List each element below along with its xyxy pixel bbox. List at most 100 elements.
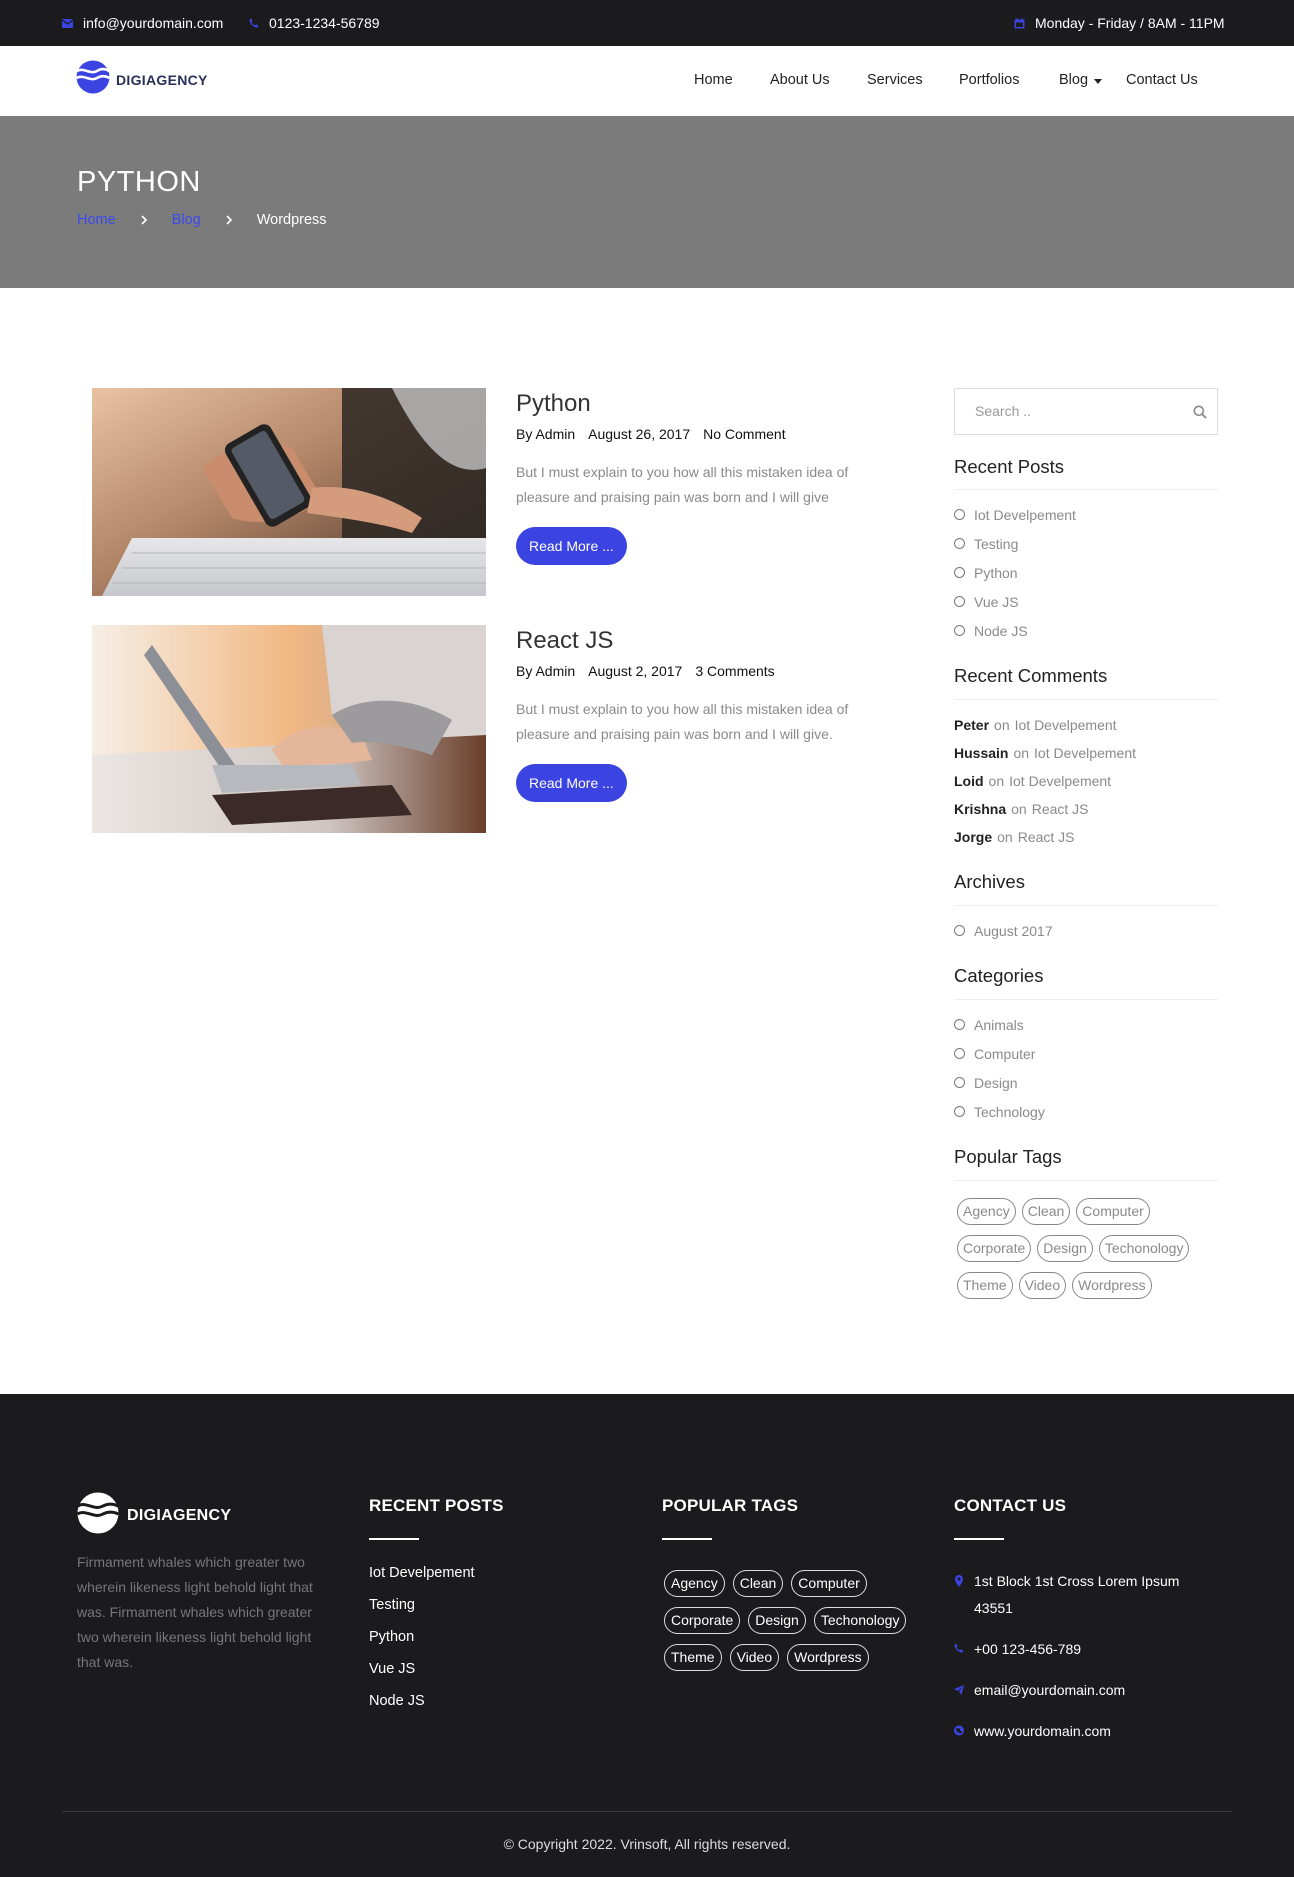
heading-underline <box>369 1538 419 1540</box>
post-thumbnail-phone-keyboard[interactable] <box>92 388 486 596</box>
footer-tag-chip[interactable]: Computer <box>791 1570 867 1597</box>
breadcrumb-home[interactable]: Home <box>77 212 116 228</box>
post-title[interactable]: React JS <box>516 627 896 655</box>
contact-website[interactable]: www.yourdomain.com <box>954 1718 1204 1745</box>
footer-post-link[interactable]: Python <box>369 1629 504 1661</box>
category-item[interactable]: Design <box>954 1068 1045 1097</box>
nav-services[interactable]: Services <box>867 72 923 88</box>
tag-chip[interactable]: Wordpress <box>1072 1272 1152 1299</box>
site-logo[interactable]: DIGIAGENCY <box>75 60 208 99</box>
read-more-button[interactable]: Read More ... <box>516 527 627 565</box>
nav-about-us[interactable]: About Us <box>770 72 830 88</box>
tag-chip[interactable]: Techonology <box>1098 1235 1190 1262</box>
footer-tag-chip[interactable]: Techonology <box>813 1607 907 1634</box>
recent-post-item[interactable]: Testing <box>954 529 1076 558</box>
contact-email[interactable]: email@yourdomain.com <box>954 1677 1204 1704</box>
tag-chip[interactable]: Video <box>1018 1272 1067 1299</box>
footer-post-list: Iot Develpement Testing Python Vue JS No… <box>369 1565 504 1725</box>
footer-logo[interactable]: DIGIAGENCY <box>76 1492 231 1539</box>
category-item[interactable]: Computer <box>954 1039 1045 1068</box>
footer-tag-chip[interactable]: Design <box>748 1607 806 1634</box>
comment-item[interactable]: Loid on Iot Develpement <box>954 767 1136 795</box>
comment-item[interactable]: Krishna on React JS <box>954 795 1136 823</box>
category-item[interactable]: Animals <box>954 1010 1045 1039</box>
blog-post: React JS By Admin August 2, 2017 3 Comme… <box>92 625 892 833</box>
comment-post: Iot Develpement <box>1014 717 1117 733</box>
widget-divider <box>954 489 1218 490</box>
tag-chip[interactable]: Theme <box>957 1272 1013 1299</box>
post-date[interactable]: August 26, 2017 <box>588 426 690 442</box>
post-title[interactable]: Python <box>516 390 896 418</box>
topbar-phone[interactable]: 0123-1234-56789 <box>249 0 380 46</box>
chevron-right-icon <box>226 213 232 228</box>
footer-post-link[interactable]: Node JS <box>369 1693 504 1725</box>
recent-post-item[interactable]: Vue JS <box>954 587 1076 616</box>
logo-waves-icon <box>75 60 111 99</box>
nav-portfolios[interactable]: Portfolios <box>959 72 1019 88</box>
search-icon[interactable] <box>1193 405 1207 424</box>
map-pin-icon <box>954 1575 964 1587</box>
recent-post-item[interactable]: Iot Develpement <box>954 500 1076 529</box>
globe-icon <box>954 1725 964 1736</box>
caret-down-icon <box>1094 72 1103 88</box>
widget-title-categories: Categories <box>954 965 1044 986</box>
phone-icon <box>954 1643 964 1653</box>
post-comments[interactable]: No Comment <box>703 426 785 442</box>
comment-on-word: on <box>1013 745 1030 761</box>
archives-list: August 2017 <box>954 916 1053 945</box>
heading-underline <box>662 1538 712 1540</box>
tag-chip[interactable]: Agency <box>957 1198 1016 1225</box>
widget-title-recent-posts: Recent Posts <box>954 456 1065 477</box>
comment-item[interactable]: Hussain on Iot Develpement <box>954 739 1136 767</box>
nav-contact-us[interactable]: Contact Us <box>1126 72 1198 88</box>
post-author[interactable]: By Admin <box>516 426 575 442</box>
post-author[interactable]: By Admin <box>516 663 575 679</box>
post-comments[interactable]: 3 Comments <box>695 663 774 679</box>
contact-address: 1st Block 1st Cross Lorem Ipsum 43551 <box>954 1568 1204 1622</box>
footer-recent-posts: RECENT POSTS Iot Develpement Testing Pyt… <box>369 1496 504 1725</box>
read-more-button[interactable]: Read More ... <box>516 764 627 802</box>
topbar-hours-text: Monday - Friday / 8AM - 11PM <box>1035 15 1225 31</box>
search-input[interactable]: Search .. <box>954 388 1218 435</box>
tag-chip[interactable]: Design <box>1037 1235 1093 1262</box>
main-header: DIGIAGENCY Home About Us Services Portfo… <box>0 46 1294 116</box>
recent-post-item[interactable]: Python <box>954 558 1076 587</box>
footer-tag-chip[interactable]: Corporate <box>664 1607 741 1634</box>
site-footer: DIGIAGENCY Firmament whales which greate… <box>0 1394 1294 1877</box>
nav-blog[interactable]: Blog <box>1059 72 1103 88</box>
contact-email-text: email@yourdomain.com <box>974 1682 1126 1698</box>
tag-chip[interactable]: Clean <box>1021 1198 1071 1225</box>
contact-phone[interactable]: +00 123-456-789 <box>954 1636 1204 1663</box>
widget-title-popular-tags: Popular Tags <box>954 1146 1062 1167</box>
footer-contact: CONTACT US 1st Block 1st Cross Lorem Ips… <box>954 1496 1204 1759</box>
footer-post-link[interactable]: Testing <box>369 1597 504 1629</box>
envelope-icon <box>62 18 73 28</box>
post-date[interactable]: August 2, 2017 <box>588 663 682 679</box>
category-item[interactable]: Technology <box>954 1097 1045 1126</box>
post-thumbnail-laptop[interactable] <box>92 625 486 833</box>
page-banner: PYTHON Home Blog Wordpress <box>0 116 1294 288</box>
archive-item[interactable]: August 2017 <box>954 916 1053 945</box>
footer-post-link[interactable]: Iot Develpement <box>369 1565 504 1597</box>
footer-tag-chip[interactable]: Video <box>729 1644 780 1671</box>
footer-about: Firmament whales which greater two where… <box>77 1554 313 1670</box>
breadcrumb-blog[interactable]: Blog <box>172 212 201 228</box>
footer-post-link[interactable]: Vue JS <box>369 1661 504 1693</box>
chevron-right-icon <box>141 213 147 228</box>
footer-tag-chip[interactable]: Clean <box>732 1570 784 1597</box>
tag-chip[interactable]: Computer <box>1076 1198 1150 1225</box>
nav-home[interactable]: Home <box>694 72 733 88</box>
post-meta: By Admin August 2, 2017 3 Comments <box>516 663 896 679</box>
topbar-email[interactable]: info@yourdomain.com <box>62 0 223 46</box>
comment-item[interactable]: Jorge on React JS <box>954 823 1136 851</box>
footer-tag-chip[interactable]: Theme <box>664 1644 722 1671</box>
footer-tag-chip[interactable]: Agency <box>664 1570 725 1597</box>
calendar-icon <box>1014 17 1025 29</box>
recent-post-item[interactable]: Node JS <box>954 616 1076 645</box>
comment-item[interactable]: Peter on Iot Develpement <box>954 711 1136 739</box>
tag-chip[interactable]: Corporate <box>957 1235 1032 1262</box>
topbar-phone-text: 0123-1234-56789 <box>269 15 380 31</box>
contact-phone-text: +00 123-456-789 <box>974 1641 1082 1657</box>
footer-tag-chip[interactable]: Wordpress <box>787 1644 869 1671</box>
widget-divider <box>954 1180 1218 1181</box>
